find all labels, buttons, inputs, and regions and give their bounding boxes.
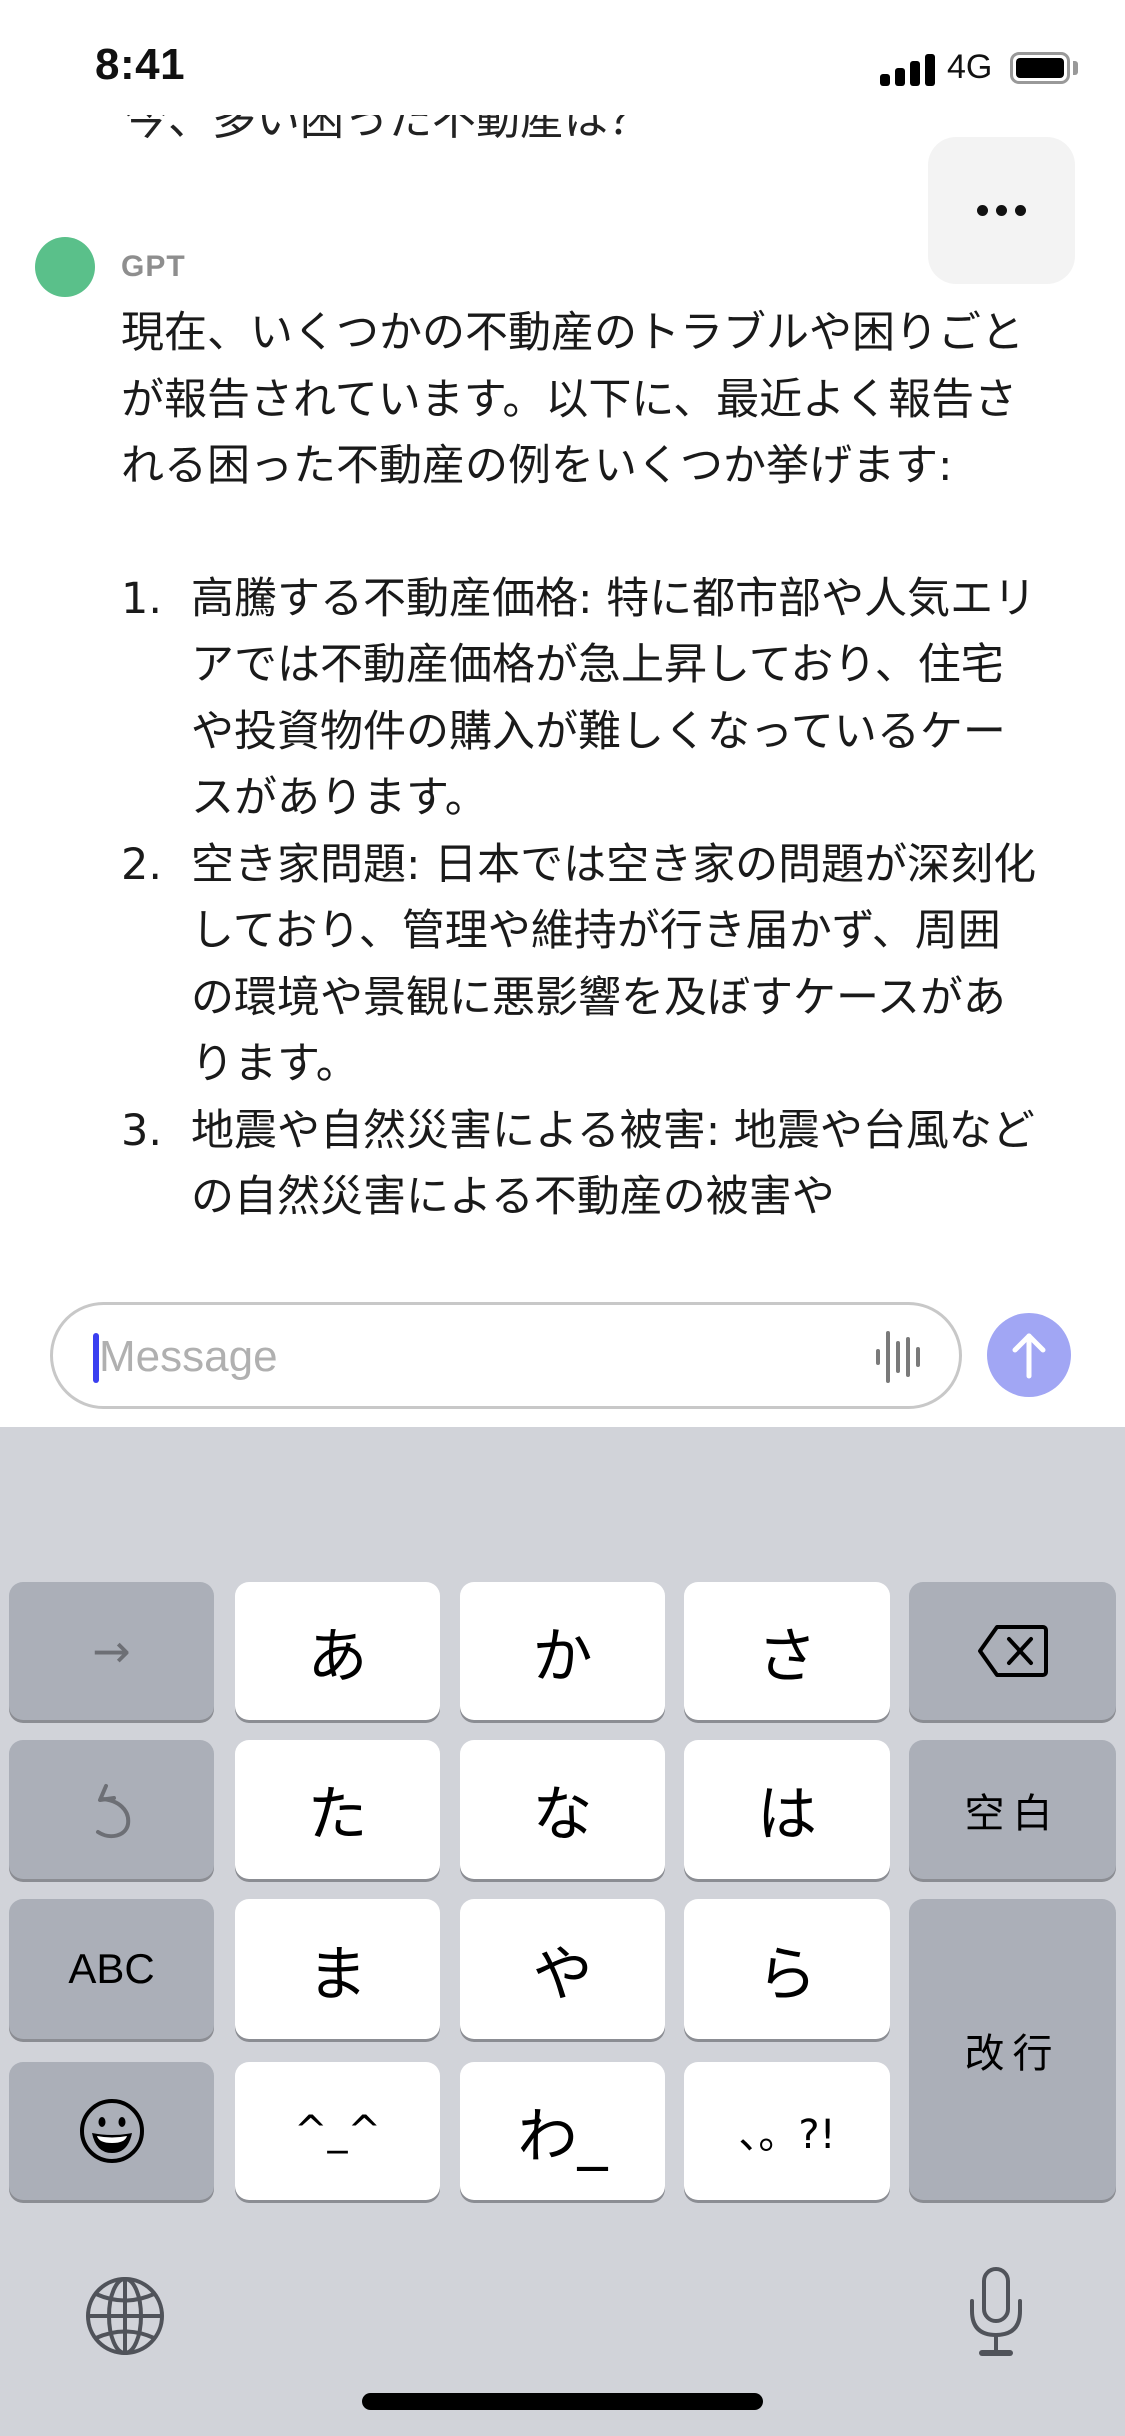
assistant-message: 現在、いくつかの不動産のトラブルや困りごとが報告されています。以下に、最近よく報… bbox=[121, 300, 1041, 1231]
key-label: ら bbox=[757, 1939, 817, 2010]
list-item: 2. 空き家問題: 日本では空き家の問題が深刻化しており、管理や維持が行き届かず… bbox=[121, 832, 1041, 1098]
key-label: ま bbox=[307, 1939, 368, 2010]
undo-key[interactable] bbox=[9, 1740, 214, 1879]
key-kaomoji[interactable]: ^_^ bbox=[235, 2062, 440, 2200]
battery-icon bbox=[1010, 52, 1070, 84]
message-composer[interactable] bbox=[50, 1302, 962, 1409]
keyboard: → あ か さ た な は 空白 ABC ま や ら 改行 ^_^ わ_ 、。?… bbox=[0, 1427, 1125, 2436]
status-time: 8:41 bbox=[95, 40, 186, 89]
list-text: 高騰する不動産価格: 特に都市部や人気エリアでは不動産価格が急上昇しており、住宅… bbox=[191, 573, 1037, 824]
list-item: 1. 高騰する不動産価格: 特に都市部や人気エリアでは不動産価格が急上昇しており… bbox=[121, 566, 1041, 832]
key-label: 空白 bbox=[964, 1790, 1061, 1837]
key-label: ^_^ bbox=[293, 2108, 382, 2154]
network-type: 4G bbox=[947, 48, 993, 86]
key-label: 改行 bbox=[964, 2030, 1061, 2077]
key-label: た bbox=[307, 1780, 368, 1850]
message-list: 1. 高騰する不動産価格: 特に都市部や人気エリアでは不動産価格が急上昇しており… bbox=[121, 566, 1041, 1231]
undo-icon bbox=[95, 1783, 130, 1838]
message-input[interactable] bbox=[99, 1325, 859, 1389]
key-label: あ bbox=[307, 1621, 368, 1692]
key-ha[interactable]: は bbox=[684, 1740, 890, 1879]
ellipsis-icon bbox=[977, 205, 1026, 216]
microphone-icon[interactable] bbox=[966, 2265, 1026, 2361]
key-ka[interactable]: か bbox=[460, 1582, 665, 1720]
sender-name: GPT bbox=[121, 250, 186, 283]
next-candidate-key[interactable]: → bbox=[9, 1582, 214, 1720]
key-label: な bbox=[532, 1780, 593, 1850]
key-ma[interactable]: ま bbox=[235, 1899, 440, 2039]
list-number: 2. bbox=[121, 839, 163, 890]
key-a[interactable]: あ bbox=[235, 1582, 440, 1720]
key-label: や bbox=[532, 1939, 593, 2010]
key-label: は bbox=[757, 1780, 817, 1850]
globe-icon[interactable] bbox=[84, 2275, 166, 2357]
delete-key[interactable] bbox=[909, 1582, 1116, 1720]
emoji-icon bbox=[79, 2099, 144, 2163]
key-label: さ bbox=[757, 1621, 817, 1692]
home-indicator[interactable] bbox=[362, 2393, 763, 2410]
key-label: ABC bbox=[68, 1945, 155, 1992]
signal-icon bbox=[880, 54, 936, 86]
send-button[interactable] bbox=[987, 1313, 1071, 1397]
abc-key[interactable]: ABC bbox=[9, 1899, 214, 2039]
list-item: 3. 地震や自然災害による被害: 地震や台風などの自然災害による不動産の被害や bbox=[121, 1098, 1041, 1231]
key-na[interactable]: な bbox=[460, 1740, 665, 1879]
list-number: 1. bbox=[121, 573, 163, 624]
space-key[interactable]: 空白 bbox=[909, 1740, 1116, 1879]
arrow-right-icon: → bbox=[92, 1624, 131, 1678]
gpt-avatar bbox=[35, 237, 95, 297]
more-options-button[interactable] bbox=[928, 137, 1075, 284]
key-ta[interactable]: た bbox=[235, 1740, 440, 1879]
key-wa[interactable]: わ_ bbox=[460, 2062, 665, 2200]
key-ya[interactable]: や bbox=[460, 1899, 665, 2039]
list-text: 地震や自然災害による被害: 地震や台風などの自然災害による不動産の被害や bbox=[191, 1105, 1035, 1223]
key-ra[interactable]: ら bbox=[684, 1899, 890, 2039]
arrow-up-icon bbox=[1012, 1333, 1046, 1379]
return-key[interactable]: 改行 bbox=[909, 1899, 1116, 2200]
previous-user-message: 今、多い困った不動産は？ bbox=[124, 110, 652, 145]
key-sa[interactable]: さ bbox=[684, 1582, 890, 1720]
key-punctuation[interactable]: 、。?! bbox=[684, 2062, 890, 2200]
voice-waveform-icon[interactable] bbox=[873, 1329, 927, 1385]
key-label: 、。?! bbox=[738, 2112, 836, 2158]
backspace-icon bbox=[977, 1625, 1048, 1677]
status-bar: 8:41 4G bbox=[0, 0, 1125, 115]
emoji-key[interactable] bbox=[9, 2062, 214, 2200]
battery-cap bbox=[1073, 61, 1078, 75]
key-label: わ_ bbox=[517, 2101, 608, 2172]
key-label: か bbox=[532, 1621, 593, 1692]
message-intro: 現在、いくつかの不動産のトラブルや困りごとが報告されています。以下に、最近よく報… bbox=[121, 308, 1024, 491]
chat-area: 今、多い困った不動産は？ GPT 現在、いくつかの不動産のトラブルや困りごとが報… bbox=[0, 0, 1125, 1427]
list-text: 空き家問題: 日本では空き家の問題が深刻化しており、管理や維持が行き届かず、周囲… bbox=[191, 839, 1037, 1090]
list-number: 3. bbox=[121, 1105, 163, 1156]
